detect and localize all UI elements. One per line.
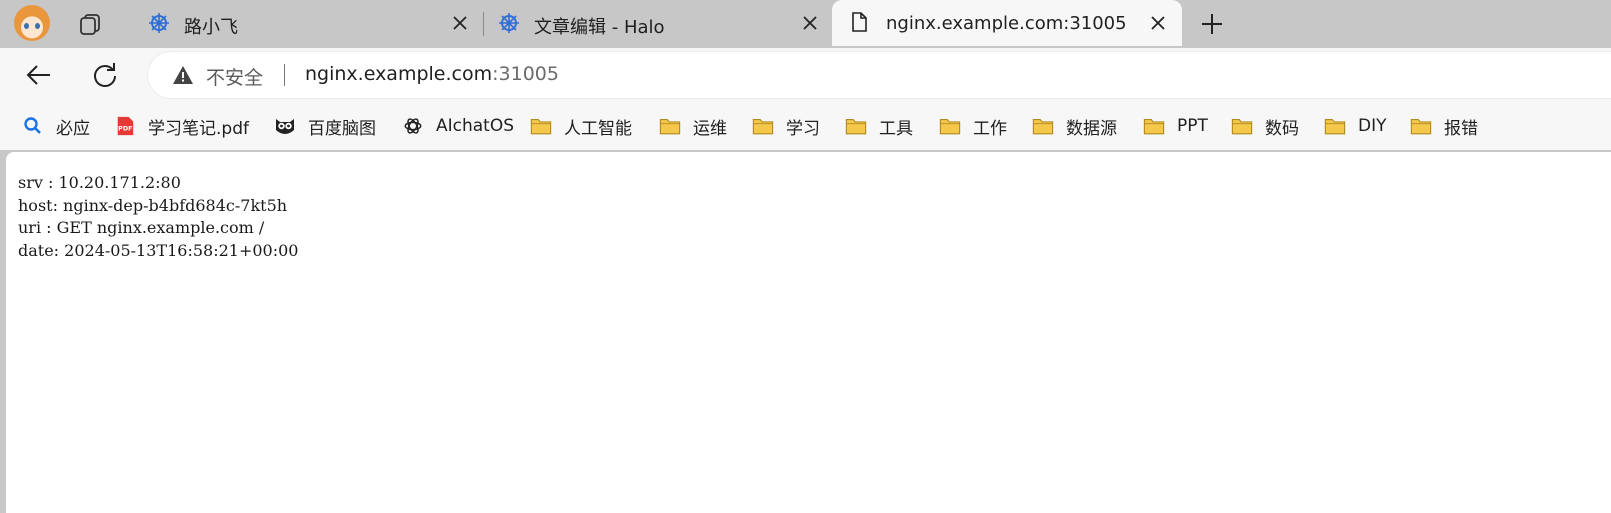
svg-text:PDF: PDF [118, 126, 132, 133]
bookmark-folder-diy[interactable]: DIY [1324, 114, 1387, 138]
tab-strip: 路小飞 文章编辑 - Halo nginx.example.com:31005 [0, 0, 1611, 48]
bookmark-label: AIchatOS [436, 116, 515, 136]
pdf-icon: PDF [117, 116, 134, 136]
bookmark-folder-datasource[interactable]: 数据源 [1032, 114, 1117, 139]
bookmark-label: 数码 [1265, 118, 1299, 139]
bookmark-label: 运维 [693, 118, 727, 139]
folder-icon [530, 119, 552, 135]
tab-title: 路小飞 [184, 17, 238, 38]
document-icon [852, 12, 867, 32]
response-body: srv : 10.20.171.2:80 host: nginx-dep-b4bf… [18, 172, 298, 262]
bookmarks-bar: 必应 PDF 学习笔记.pdf 百度脑图 AIchatOS 人工智能 运维 学习… [0, 102, 1611, 150]
close-icon[interactable] [1148, 13, 1168, 33]
tab-nginx-active[interactable]: nginx.example.com:31005 [832, 0, 1182, 46]
line-uri: uri : GET nginx.example.com / [18, 218, 265, 237]
close-icon[interactable] [800, 13, 820, 33]
line-srv: srv : 10.20.171.2:80 [18, 173, 181, 192]
bookmark-label: 数据源 [1066, 118, 1117, 139]
bookmark-folder-ppt[interactable]: PPT [1143, 114, 1208, 138]
bookmark-folder-ops[interactable]: 运维 [659, 114, 727, 139]
bookmark-bing[interactable]: 必应 [22, 114, 90, 139]
profile-avatar[interactable] [14, 5, 50, 41]
kubernetes-helm-icon [149, 13, 169, 33]
security-status-text[interactable]: 不安全 [206, 63, 263, 90]
folder-icon [939, 119, 961, 135]
bookmark-label: 学习 [786, 118, 820, 139]
bookmark-folder-work[interactable]: 工作 [939, 114, 1007, 139]
folder-icon [1143, 119, 1165, 135]
owl-icon [276, 119, 294, 134]
tab-actions-icon[interactable] [76, 10, 104, 38]
bookmark-label: PPT [1177, 116, 1208, 136]
bookmark-folder-digital[interactable]: 数码 [1231, 114, 1299, 139]
openai-icon [404, 118, 422, 134]
bookmark-label: 工具 [879, 118, 913, 139]
navigation-toolbar: 不安全 nginx.example.com:31005 [0, 48, 1611, 102]
tab-halo-editor[interactable]: 文章编辑 - Halo [480, 0, 830, 46]
bookmark-label: 工作 [973, 118, 1007, 139]
back-arrow-icon[interactable] [24, 60, 54, 90]
bookmark-label: DIY [1358, 116, 1387, 136]
folder-icon [845, 119, 867, 135]
line-host: host: nginx-dep-b4bfd684c-7kt5h [18, 195, 288, 215]
bookmark-folder-study[interactable]: 学习 [752, 114, 820, 139]
folder-icon [752, 119, 774, 135]
address-separator [284, 64, 285, 86]
bookmark-label: 百度脑图 [308, 118, 376, 139]
avatar-eye-left [24, 23, 29, 29]
refresh-icon[interactable] [90, 60, 120, 90]
new-tab-plus-icon[interactable] [1198, 10, 1226, 38]
tab-title: 文章编辑 - Halo [534, 17, 665, 38]
url-port: :31005 [492, 63, 559, 85]
bookmark-study-notes-pdf[interactable]: PDF 学习笔记.pdf [114, 114, 249, 139]
folder-icon [1032, 119, 1054, 135]
bookmark-label: 人工智能 [564, 118, 632, 139]
tab-title: nginx.example.com:31005 [886, 13, 1127, 34]
bookmark-baidu-naotu[interactable]: 百度脑图 [274, 114, 376, 139]
folder-icon [659, 119, 681, 135]
bookmark-label: 学习笔记.pdf [148, 118, 249, 139]
kubernetes-helm-icon [499, 13, 519, 33]
url-host: nginx.example.com [305, 63, 493, 85]
folder-icon [1231, 119, 1253, 135]
folder-icon [1324, 119, 1346, 135]
bookmark-folder-ai[interactable]: 人工智能 [530, 114, 632, 139]
search-icon [24, 117, 41, 134]
bookmark-label: 必应 [56, 118, 90, 139]
folder-icon [1410, 119, 1432, 135]
close-icon[interactable] [450, 13, 470, 33]
bookmark-label: 报错 [1444, 118, 1478, 139]
warning-triangle-icon[interactable] [172, 65, 194, 85]
line-date: date: 2024-05-13T16:58:21+00:00 [18, 240, 299, 260]
bookmark-aichatos[interactable]: AIchatOS [402, 114, 514, 138]
bookmark-folder-tools[interactable]: 工具 [845, 114, 913, 139]
bookmark-folder-errors[interactable]: 报错 [1410, 114, 1478, 139]
tab-luxiaofei[interactable]: 路小飞 [130, 0, 480, 46]
page-viewport: srv : 10.20.171.2:80 host: nginx-dep-b4bf… [6, 152, 1611, 513]
address-bar[interactable]: 不安全 nginx.example.com:31005 [148, 52, 1611, 98]
url-text[interactable]: nginx.example.com:31005 [305, 63, 559, 85]
avatar-eye-right [35, 23, 40, 29]
